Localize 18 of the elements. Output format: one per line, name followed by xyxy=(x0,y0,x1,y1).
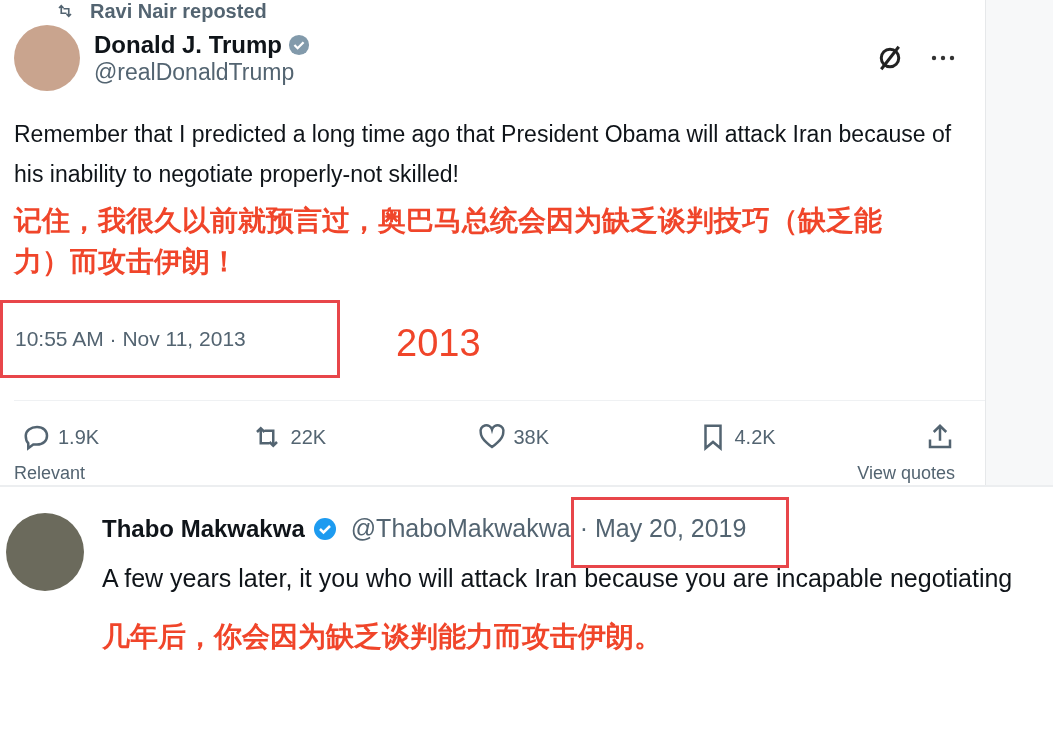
action-count: 1.9K xyxy=(58,425,100,449)
sort-dropdown[interactable]: Relevant xyxy=(14,461,86,485)
more-icon[interactable] xyxy=(931,54,955,62)
action-count: 38K xyxy=(513,425,550,449)
author-handle: @realDonaldTrump xyxy=(94,58,296,86)
author-name: Thabo Makwakwa xyxy=(102,514,305,543)
reply-date: · May 20, 2019 xyxy=(570,497,790,568)
translation-text: 记住，我很久以前就预言过，奥巴马总统会因为缺乏谈判技巧（缺乏能力）而攻击伊朗！ xyxy=(14,204,883,279)
post-text: Remember that I predicted a long time ago that President Obama will attack Iran because of his inability to negotiate properly-not skilled! xyxy=(14,120,953,189)
timestamp: 10:55 AM · Nov 11, 2013 xyxy=(0,300,340,378)
view-quotes-link[interactable]: View quotes xyxy=(857,461,955,485)
author-handle: @ThaboMakwakwa xyxy=(350,514,571,543)
translation-text: 几年后，你会因为缺乏谈判能力而攻击伊朗。 xyxy=(102,620,663,654)
action-count: 4.2K xyxy=(734,425,776,449)
author-name: Donald J. Trump xyxy=(94,30,282,59)
action-count: 22K xyxy=(290,425,327,449)
year-annotation: 2013 xyxy=(396,321,481,365)
repost-label: Ravi Nair reposted xyxy=(90,0,267,23)
